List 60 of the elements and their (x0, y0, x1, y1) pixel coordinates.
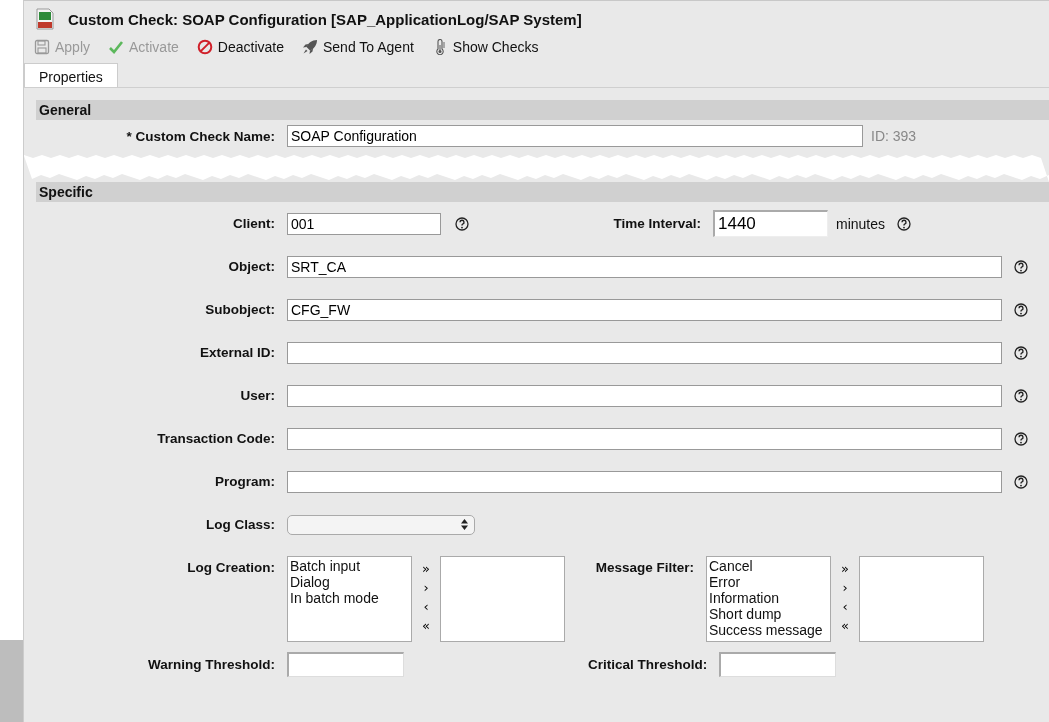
rocket-icon (302, 39, 318, 55)
move-button[interactable]: › (423, 578, 429, 597)
list-option[interactable]: Error (709, 574, 828, 590)
move-button[interactable]: ‹ (842, 597, 848, 616)
field-label: Warning Threshold: (147, 656, 275, 672)
field-label: Client: (232, 216, 275, 231)
prohibited-icon (196, 39, 213, 55)
text-field[interactable]: SRT_CA (287, 255, 1002, 278)
list-option[interactable]: Batch input (290, 558, 409, 574)
toolbar-button[interactable]: Show Checks (429, 39, 541, 55)
text-field[interactable] (287, 427, 1002, 450)
section-header: Specific (36, 182, 1049, 202)
dropdown[interactable] (287, 514, 475, 535)
text-field[interactable] (287, 341, 1002, 364)
field-label: Critical Threshold: (588, 656, 708, 672)
field-label: Time Interval: (612, 216, 701, 231)
field-label: Program: (214, 474, 275, 489)
text-field[interactable]: SOAP Configuration (287, 125, 863, 147)
toolbar-button[interactable]: Deactivate (194, 39, 286, 55)
text-field[interactable]: 001 (287, 212, 441, 235)
list-box[interactable]: Cancel Error Information Short dump Success message (706, 556, 831, 642)
updown-arrows-icon (461, 519, 468, 530)
move-button[interactable]: « (841, 616, 849, 635)
move-button[interactable]: » (841, 559, 849, 578)
text-field[interactable] (287, 651, 404, 677)
checkmark-icon (108, 39, 125, 55)
field-label: * Custom Check Name: (125, 128, 275, 144)
list-option[interactable]: Success message (709, 622, 828, 638)
field-label: Object: (227, 259, 275, 274)
text-field[interactable] (287, 470, 1002, 493)
list-box[interactable] (859, 556, 984, 642)
unit-text: minutes (836, 215, 886, 232)
list-box[interactable] (440, 556, 565, 642)
list-option[interactable]: Dialog (290, 574, 409, 590)
move-button[interactable]: « (422, 616, 430, 635)
list-box[interactable]: Batch input Dialog In batch mode (287, 556, 412, 642)
field-label: Transaction Code: (156, 431, 275, 446)
log-file-icon (36, 8, 54, 30)
toolbar-button[interactable]: Send To Agent (300, 39, 416, 55)
field-label: Log Class: (205, 517, 275, 532)
list-option[interactable]: Cancel (709, 558, 828, 574)
section-header: General (36, 100, 1049, 120)
text-field[interactable]: CFG_FW (287, 298, 1002, 321)
field-label: User: (239, 388, 275, 403)
field-label: External ID: (198, 345, 275, 360)
list-option[interactable]: In batch mode (290, 590, 409, 606)
move-button[interactable]: » (422, 559, 430, 578)
window-title: Custom Check: SOAP Configuration [SAP_ApplicationLog/SAP System] (68, 10, 582, 28)
list-option[interactable]: Information (709, 590, 828, 606)
tab[interactable]: Properties (24, 63, 118, 87)
field-label: Log Creation: (186, 560, 275, 575)
move-button[interactable]: › (842, 578, 848, 597)
field-label: Message Filter: (594, 560, 694, 575)
text-field[interactable]: 1440 (713, 210, 828, 237)
list-option[interactable]: Short dump (709, 606, 828, 622)
field-label: Subobject: (204, 302, 275, 317)
text-field[interactable] (719, 651, 837, 677)
move-button[interactable]: ‹ (423, 597, 429, 616)
text-field[interactable] (287, 384, 1002, 407)
id-text: ID: 393 (871, 128, 917, 144)
